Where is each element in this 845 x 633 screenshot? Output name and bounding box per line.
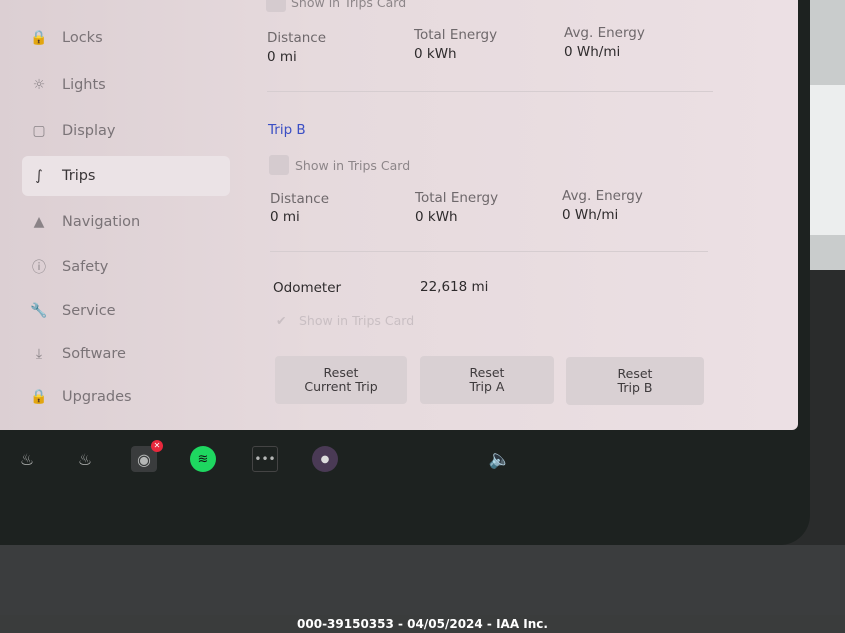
sun-icon: ☼ (32, 77, 46, 93)
download-icon: ⤓ (35, 346, 43, 362)
sidebar-item-label: Safety (62, 259, 109, 275)
dashboard (0, 545, 845, 615)
odometer-value: 22,618 mi (420, 279, 489, 295)
reset-trip-b-button[interactable]: Reset Trip B (566, 357, 704, 405)
sidebar-item-label: Upgrades (62, 389, 132, 405)
alert-circle-icon: ⓘ (32, 260, 46, 276)
odometer-label: Odometer (273, 280, 342, 296)
spotify-icon[interactable]: ≋ (190, 446, 216, 472)
sidebar-item-service[interactable]: 🔧 Service (22, 291, 230, 331)
front-defrost-icon[interactable]: ♨ (14, 446, 40, 472)
rear-defrost-icon[interactable]: ♨ (72, 446, 98, 472)
bag-icon: 🔒 (30, 389, 48, 405)
sidebar-item-navigation[interactable]: ▲ Navigation (22, 202, 230, 242)
display-icon: ▢ (32, 123, 46, 139)
trip-a-distance-label: Distance (267, 30, 327, 46)
sidebar-item-upgrades[interactable]: 🔒 Upgrades (22, 377, 230, 417)
sidebar-item-label: Software (62, 346, 126, 362)
navigation-arrow-icon: ▲ (33, 214, 45, 230)
volume-icon[interactable]: 🔈 (487, 446, 513, 472)
trip-a-distance-value: 0 mi (267, 49, 297, 65)
trip-a-energy-label: Total Energy (414, 27, 498, 43)
reset-trip-a-button[interactable]: Reset Trip A (420, 356, 554, 404)
sidebar-item-display[interactable]: ▢ Display (22, 111, 230, 151)
wrench-icon: 🔧 (30, 303, 48, 319)
sidebar-item-software[interactable]: ⤓ Software (22, 334, 230, 374)
trip-a-energy-value: 0 kWh (414, 46, 457, 62)
reset-current-trip-button[interactable]: Reset Current Trip (275, 356, 407, 404)
trip-b-energy-label: Total Energy (415, 190, 499, 206)
watermark: 000-39150353 - 04/05/2024 - IAA Inc. (0, 615, 845, 633)
trip-a-avg-value: 0 Wh/mi (564, 44, 621, 60)
error-badge-icon: ✕ (151, 440, 163, 452)
trip-a-avg-label: Avg. Energy (564, 25, 645, 41)
trip-a-show-checkbox[interactable] (266, 0, 286, 12)
trip-b-show-label: Show in Trips Card (295, 158, 411, 173)
settings-screen: 🔒 Locks ☼ Lights ▢ Display ∫ Trips ▲ Navigati… (0, 0, 798, 430)
sidebar-item-label: Locks (62, 30, 103, 46)
sidebar-item-label: Trips (62, 168, 96, 184)
odometer-show-label: Show in Trips Card (299, 313, 415, 328)
trip-b-avg-label: Avg. Energy (562, 188, 643, 204)
lock-icon: 🔒 (30, 30, 48, 46)
dashcam-icon[interactable]: ◉ ✕ (131, 440, 163, 472)
divider (270, 251, 708, 252)
trips-icon: ∫ (35, 168, 43, 184)
sidebar-item-label: Navigation (62, 214, 141, 230)
sidebar-item-label: Service (62, 303, 116, 319)
sidebar-item-trips[interactable]: ∫ Trips (22, 156, 230, 196)
sidebar-item-locks[interactable]: 🔒 Locks (22, 18, 230, 58)
trip-a-show-label: Show in Trips Card (291, 0, 407, 10)
trip-b-show-checkbox[interactable] (269, 155, 289, 175)
trip-b-energy-value: 0 kWh (415, 209, 458, 225)
trip-b-distance-label: Distance (270, 191, 330, 207)
trip-b-avg-value: 0 Wh/mi (562, 207, 619, 223)
trip-b-distance-value: 0 mi (270, 209, 300, 225)
more-apps-icon[interactable]: ••• (252, 446, 278, 472)
sidebar-item-lights[interactable]: ☼ Lights (22, 65, 230, 105)
camera-app-icon[interactable]: ● (312, 446, 338, 472)
sidebar-item-label: Lights (62, 77, 106, 93)
sidebar-item-label: Display (62, 123, 116, 139)
sidebar-item-safety[interactable]: ⓘ Safety (22, 247, 230, 287)
trip-b-title: Trip B (268, 122, 306, 138)
odometer-check-icon: ✔ (276, 313, 287, 328)
divider (267, 91, 713, 92)
